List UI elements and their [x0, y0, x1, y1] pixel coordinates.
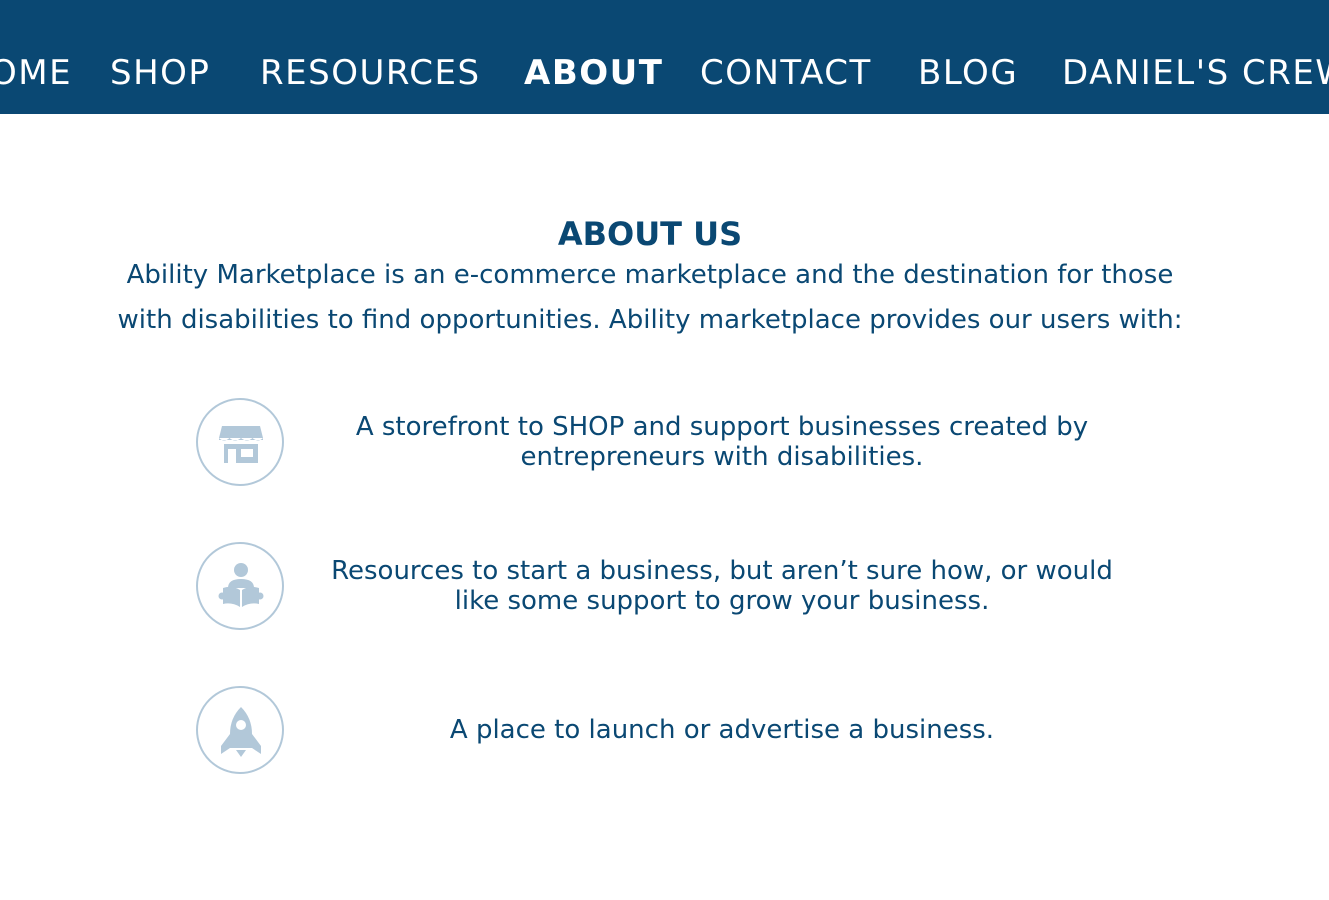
- intro-line: Ability Marketplace is an e-commerce mar…: [126, 260, 1174, 290]
- feature-storefront: A storefront to SHOP and support busines…: [196, 398, 1196, 490]
- nav-item-resources[interactable]: RESOURCES: [260, 52, 481, 94]
- feature-launch: A place to launch or advertise a busines…: [196, 686, 1196, 778]
- storefront-icon: [196, 398, 284, 486]
- feature-text: A place to launch or advertise a busines…: [449, 715, 995, 745]
- intro-line: with disabilities to find opportunities.…: [117, 305, 1183, 335]
- reading-person-icon: [196, 542, 284, 630]
- page-title: ABOUT US: [557, 215, 743, 254]
- feature-resources: Resources to start a business, but aren’…: [196, 542, 1196, 634]
- intro-text: Ability Marketplace is an e-commerce mar…: [80, 253, 1220, 343]
- nav-item-blog[interactable]: BLOG: [918, 52, 1018, 94]
- feature-text: Resources to start a business, but aren’…: [331, 556, 1113, 616]
- nav-item-home[interactable]: OME: [0, 52, 72, 94]
- rocket-icon: [196, 686, 284, 774]
- nav-item-about[interactable]: ABOUT: [524, 52, 663, 94]
- feature-text: A storefront to SHOP and support busines…: [355, 412, 1089, 472]
- nav-item-contact[interactable]: CONTACT: [700, 52, 872, 94]
- nav-item-shop[interactable]: SHOP: [110, 52, 210, 94]
- nav-item-daniels-crew[interactable]: DANIEL'S CREW: [1062, 52, 1329, 94]
- main-navigation: OME SHOP RESOURCES ABOUT CONTACT BLOG DA…: [0, 0, 1329, 114]
